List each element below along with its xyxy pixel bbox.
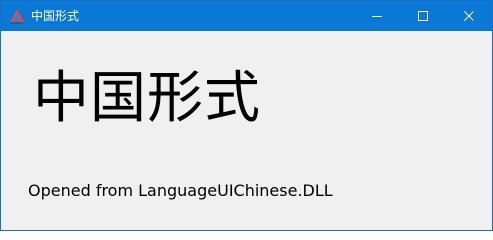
minimize-icon [372, 16, 382, 17]
close-button[interactable] [446, 1, 492, 31]
close-icon [464, 11, 474, 21]
window-title: 中国形式 [31, 9, 80, 23]
status-message: Opened from LanguageUIChinese.DLL [28, 181, 333, 200]
app-window: 中国形式 中国形式 Opened from LanguageUIChinese.… [0, 0, 493, 231]
minimize-button[interactable] [354, 1, 400, 31]
maximize-button[interactable] [400, 1, 446, 31]
title-bar[interactable]: 中国形式 [1, 1, 492, 31]
client-area: 中国形式 Opened from LanguageUIChinese.DLL [1, 31, 492, 230]
app-triangle-icon [10, 9, 24, 24]
maximize-icon [418, 11, 428, 21]
form-heading: 中国形式 [33, 66, 261, 131]
